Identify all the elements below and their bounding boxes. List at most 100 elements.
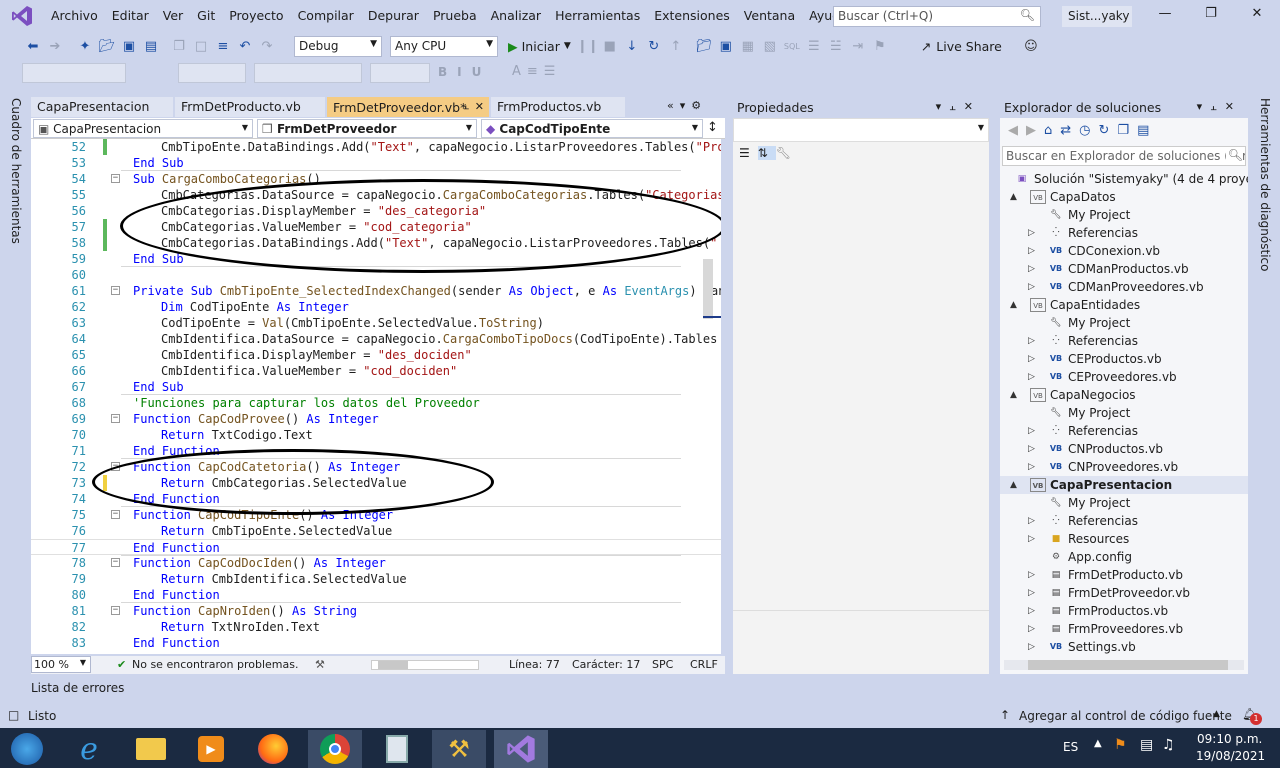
size-select[interactable] — [178, 63, 246, 83]
menu-item-ver[interactable]: Ver — [156, 0, 190, 32]
panel-controls-icon[interactable]: ▾⫠✕ — [1197, 100, 1242, 114]
pause-icon[interactable]: ❙❙ — [577, 35, 599, 57]
tree-item[interactable]: ▲ VB CapaEntidades — [1000, 296, 1248, 314]
volume-icon[interactable]: ♫ — [1162, 737, 1175, 753]
home-icon[interactable]: ⌂ — [1044, 123, 1060, 138]
language-indicator[interactable]: ES — [1063, 740, 1078, 754]
tree-scrollbar-thumb[interactable] — [1028, 660, 1228, 670]
code-line[interactable]: 77 End Function — [31, 539, 721, 556]
tree-item[interactable]: ▲ VB CapaNegocios — [1000, 386, 1248, 404]
tree-item[interactable]: ▷ ⁛ Referencias — [1000, 512, 1248, 530]
tree-item[interactable]: ▷ VB CDConexion.vb — [1000, 242, 1248, 260]
tab-frmproductos[interactable]: FrmProductos.vb — [491, 97, 625, 117]
tree-item[interactable]: ▷ ▤ FrmDetProducto.vb — [1000, 566, 1248, 584]
style-select[interactable] — [254, 63, 362, 83]
collapsed-arrow-icon[interactable]: ▷ — [1028, 620, 1035, 638]
menu-item-extensiones[interactable]: Extensiones — [647, 0, 737, 32]
tree-item[interactable]: ▷ ▤ FrmDetProveedor.vb — [1000, 584, 1248, 602]
properties-grid[interactable] — [733, 168, 989, 611]
tab-frmdetproveedor[interactable]: FrmDetProveedor.vb* ⫠ ✕ — [327, 97, 489, 117]
clock-date[interactable]: 19/08/2021 — [1196, 749, 1265, 763]
menu-item-git[interactable]: Git — [190, 0, 222, 32]
tree-item[interactable]: ▷ VB CNProveedores.vb — [1000, 458, 1248, 476]
menu-item-compilar[interactable]: Compilar — [291, 0, 361, 32]
internet-explorer-icon[interactable]: e — [62, 730, 116, 768]
step-into-icon[interactable]: ↓ — [621, 35, 643, 57]
tree-item[interactable]: ▷ VB Settings.vb — [1000, 638, 1248, 656]
visual-studio-taskbar-icon[interactable] — [494, 730, 548, 768]
tree-item[interactable]: ▷ ⁛ Referencias — [1000, 332, 1248, 350]
wrench-icon[interactable]: 🔧︎ — [776, 146, 799, 160]
solution-name-badge[interactable]: Sist...yaky — [1062, 6, 1132, 27]
tree-item[interactable]: ▷ ⁛ Referencias — [1000, 422, 1248, 440]
font-select[interactable] — [22, 63, 126, 83]
tree-item[interactable]: ⚙ App.config — [1000, 548, 1248, 566]
menu-item-ventana[interactable]: Ventana — [737, 0, 802, 32]
tree-item[interactable]: ▷ ■ Resources — [1000, 530, 1248, 548]
grid-icon[interactable]: ▦ — [737, 35, 759, 57]
scrollbar-thumb[interactable] — [703, 259, 713, 319]
bold-italic-underline-icons[interactable]: BIU — [438, 65, 491, 79]
collapsed-arrow-icon[interactable]: ▷ — [1028, 224, 1035, 242]
comment-icon[interactable]: ☰ — [803, 35, 825, 57]
split-editor-icon[interactable]: ↕ — [707, 120, 718, 135]
collapse-icon[interactable]: − — [111, 286, 120, 295]
menu-item-analizar[interactable]: Analizar — [484, 0, 548, 32]
collapsed-arrow-icon[interactable]: ▷ — [1028, 602, 1035, 620]
brush-icon[interactable]: ⚒ — [315, 658, 325, 671]
collapsed-arrow-icon[interactable]: ▷ — [1028, 458, 1035, 476]
open-icon[interactable]: 📂︎ — [96, 35, 118, 57]
collapse-icon[interactable]: ❐ — [1117, 123, 1137, 138]
tray-app-icon[interactable]: ⚑ — [1114, 737, 1127, 753]
sync-icon[interactable]: ↻ — [1099, 123, 1118, 138]
collapsed-arrow-icon[interactable]: ▷ — [1028, 440, 1035, 458]
collapse-icon[interactable]: − — [111, 558, 120, 567]
solution-search-input[interactable]: Buscar en Explorador de soluciones (Ctr 🔍… — [1002, 146, 1246, 166]
switch-views-icon[interactable]: ⇄ — [1060, 123, 1079, 138]
collapse-icon[interactable]: − — [111, 510, 120, 519]
save-all-icon[interactable]: ▤ — [140, 35, 162, 57]
start-button[interactable]: ▶ Iniciar ▼ — [508, 39, 571, 54]
back-icon[interactable]: ⬅ — [22, 35, 44, 57]
expanded-arrow-icon[interactable]: ▲ — [1010, 188, 1017, 206]
project-select[interactable]: ▣ CapaPresentacion ▼ — [33, 119, 253, 138]
tree-item[interactable]: ▷ ▤ FrmProductos.vb — [1000, 602, 1248, 620]
collapsed-arrow-icon[interactable]: ▷ — [1028, 260, 1035, 278]
stop-icon[interactable]: ■ — [599, 35, 621, 57]
line-indicator[interactable]: Línea: 77 — [509, 658, 560, 671]
code-line[interactable]: 66 CmbIdentifica.ValueMember = "cod_docid… — [31, 363, 721, 379]
close-icon[interactable]: ✕ — [1242, 6, 1272, 21]
start-menu-icon[interactable] — [0, 730, 54, 768]
tree-horizontal-scrollbar[interactable] — [1004, 660, 1244, 670]
collapsed-arrow-icon[interactable]: ▷ — [1028, 638, 1035, 656]
code-line[interactable]: 62 Dim CodTipoEnte As Integer — [31, 299, 721, 315]
tree-item[interactable]: ▷ VB CDManProductos.vb — [1000, 260, 1248, 278]
minimize-icon[interactable]: — — [1150, 6, 1180, 21]
menu-item-depurar[interactable]: Depurar — [361, 0, 426, 32]
collapsed-arrow-icon[interactable]: ▷ — [1028, 332, 1035, 350]
menu-item-proyecto[interactable]: Proyecto — [222, 0, 290, 32]
code-line[interactable]: 65 CmbIdentifica.DisplayMember = "des_doc… — [31, 347, 721, 363]
sql-icon[interactable]: SQL — [781, 35, 803, 57]
step-over-icon[interactable]: ↻ — [643, 35, 665, 57]
zoom-select[interactable]: 100 % ▼ — [31, 656, 91, 673]
save-icon[interactable]: ▣ — [118, 35, 140, 57]
tree-item[interactable]: ▷ VB CDManProveedores.vb — [1000, 278, 1248, 296]
browser-icon[interactable]: ▣ — [715, 35, 737, 57]
output-icon[interactable]: □ — [8, 708, 19, 722]
media-player-icon[interactable]: ▶ — [184, 730, 238, 768]
toolbox-label[interactable]: Cuadro de herramientas — [9, 98, 23, 244]
collapsed-arrow-icon[interactable]: ▷ — [1028, 278, 1035, 296]
collapse-icon[interactable]: − — [111, 414, 120, 423]
layout-icon[interactable]: ▧ — [759, 35, 781, 57]
network-icon[interactable]: ▤ — [1140, 737, 1153, 753]
char-indicator[interactable]: Carácter: 17 — [572, 658, 640, 671]
categorized-icon[interactable]: ☰ — [739, 146, 758, 160]
configuration-select[interactable]: Debug ▼ — [294, 35, 382, 57]
code-line[interactable]: 63 CodTipoEnte = Val(CmbTipoEnte.Selected… — [31, 315, 721, 331]
expanded-arrow-icon[interactable]: ▲ — [1010, 296, 1017, 314]
indent-icon[interactable]: ⇥ — [847, 35, 869, 57]
collapsed-arrow-icon[interactable]: ▷ — [1028, 422, 1035, 440]
code-line[interactable]: 64 CmbIdentifica.DataSource = capaNegocio… — [31, 331, 721, 347]
spc-indicator[interactable]: SPC — [652, 658, 673, 671]
